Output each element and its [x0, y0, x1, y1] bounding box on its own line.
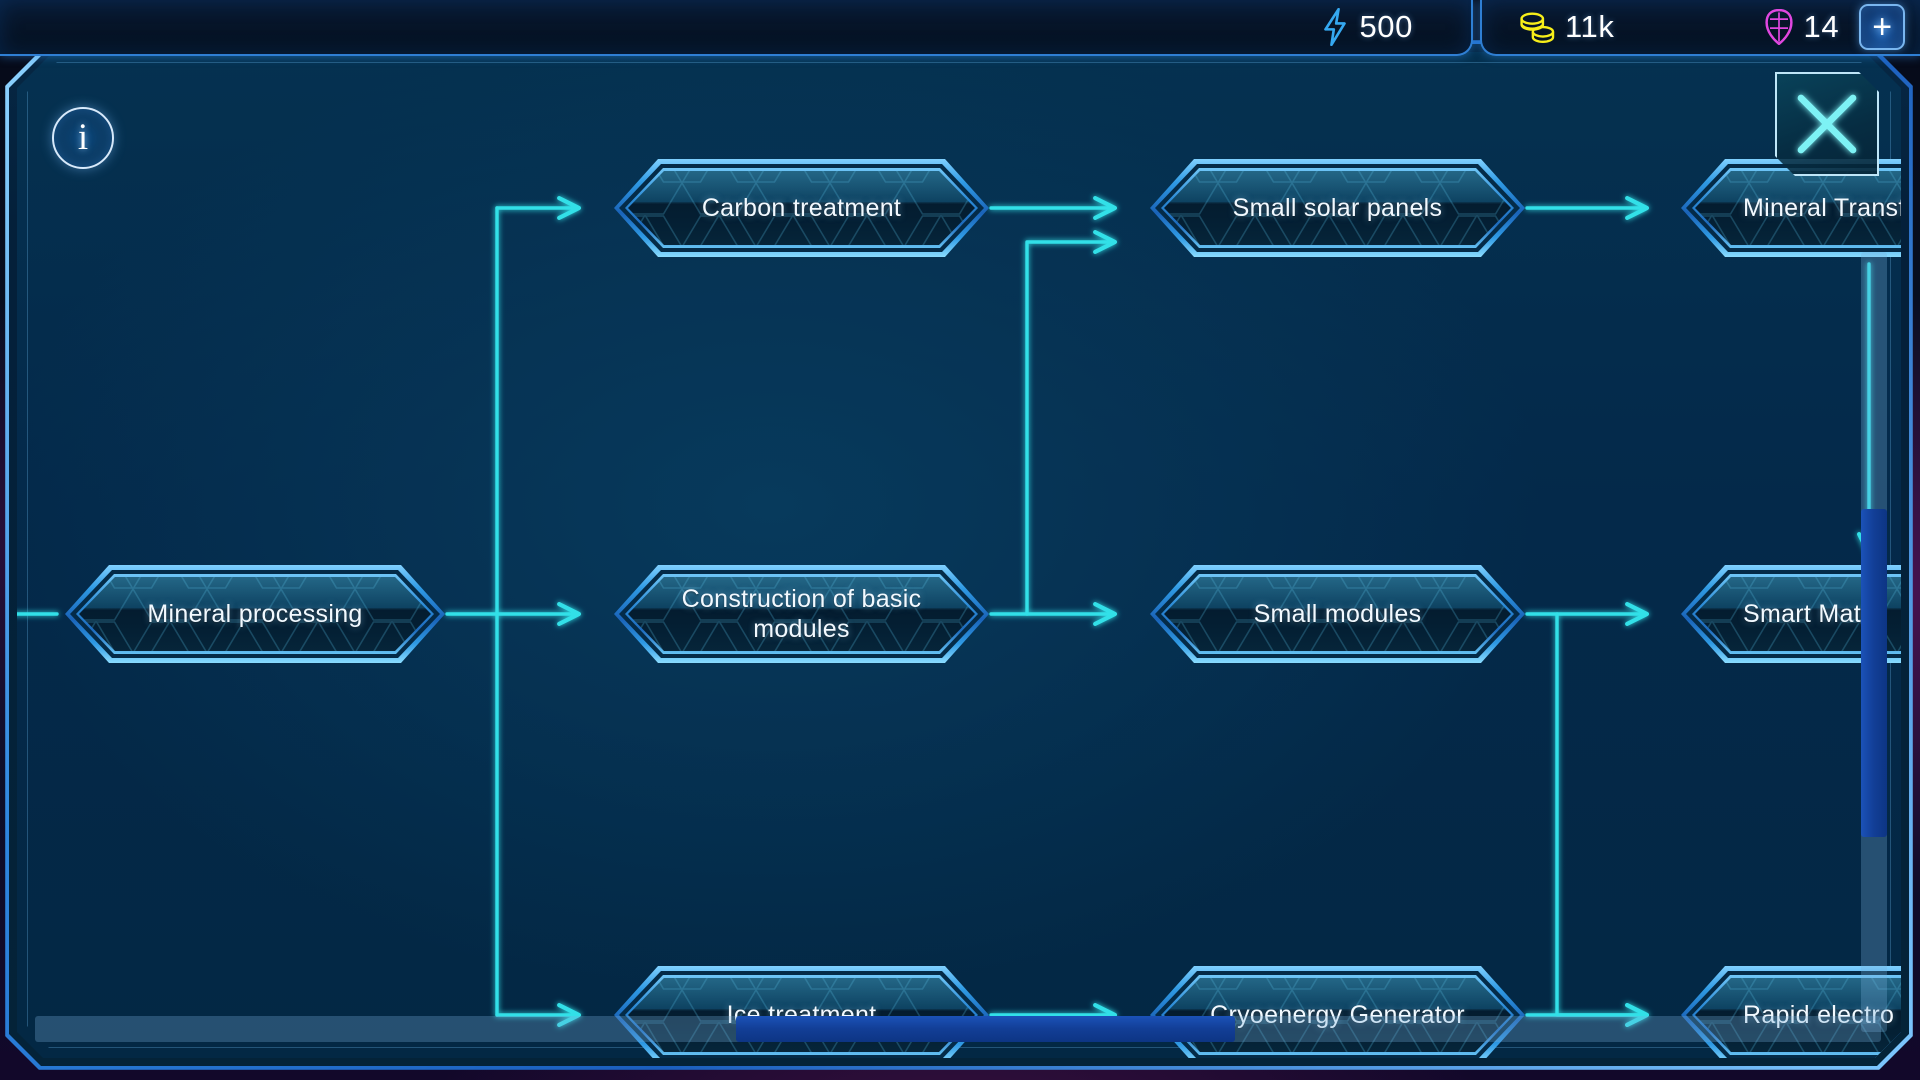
tech-tree-viewport[interactable]: Mineral processing Carbon treatment Constr…: [17, 52, 1901, 1058]
tech-node-mineral-processing[interactable]: Mineral processing: [65, 565, 445, 663]
hud-left-panel: 500: [0, 0, 1473, 56]
add-gems-button[interactable]: +: [1859, 4, 1906, 50]
horizontal-scrollbar-thumb[interactable]: [736, 1016, 1234, 1042]
node-label: Construction of basic modules: [681, 584, 922, 643]
node-label: Small solar panels: [1232, 193, 1443, 222]
tech-node-ice-treatment[interactable]: Ice treatment: [614, 966, 989, 1058]
tech-node-small-solar-panels[interactable]: Small solar panels: [1150, 159, 1525, 257]
node-face: Construction of basic modules: [628, 577, 975, 651]
hud-right-panel: 11k 14 +: [1480, 0, 1920, 56]
node-face: Small solar panels: [1164, 171, 1511, 245]
gems-counter[interactable]: 14: [1764, 9, 1839, 45]
tech-node-small-modules[interactable]: Small modules: [1150, 565, 1525, 663]
vertical-scrollbar-track[interactable]: [1861, 252, 1887, 1032]
node-face: Mineral processing: [79, 577, 431, 651]
game-screen: 500 11k 14 + Mineral processing Carbon t…: [0, 0, 1920, 1080]
top-hud-bar: 500 11k 14 +: [0, 0, 1920, 56]
vertical-scrollbar-thumb[interactable]: [1861, 509, 1887, 837]
coin-stack-icon: [1518, 10, 1556, 44]
node-label: Mineral Transfor: [1743, 193, 1899, 222]
info-button[interactable]: i: [52, 107, 114, 169]
energy-counter[interactable]: 500: [1320, 8, 1413, 46]
gem-icon: [1764, 9, 1794, 45]
coins-value: 11k: [1565, 9, 1615, 44]
node-label: Carbon treatment: [701, 193, 902, 222]
tech-node-cryoenergy-generator[interactable]: Cryoenergy Generator: [1150, 966, 1525, 1058]
add-gems-label: +: [1872, 8, 1893, 46]
info-button-label: i: [77, 117, 89, 158]
node-face: Mineral Transfor: [1695, 171, 1901, 245]
tech-node-construction-basic-modules[interactable]: Construction of basic modules: [614, 565, 989, 663]
tech-node-carbon-treatment[interactable]: Carbon treatment: [614, 159, 989, 257]
node-face: Carbon treatment: [628, 171, 975, 245]
energy-value: 500: [1359, 9, 1413, 44]
horizontal-scrollbar-track[interactable]: [35, 1016, 1881, 1042]
tech-tree-modal: Mineral processing Carbon treatment Constr…: [5, 40, 1913, 1070]
node-label: Small modules: [1253, 599, 1422, 628]
close-icon: [1775, 72, 1879, 176]
node-face: Small modules: [1164, 577, 1511, 651]
close-button[interactable]: [1775, 72, 1879, 176]
coins-counter[interactable]: 11k: [1518, 9, 1614, 45]
tech-tree-canvas: Mineral processing Carbon treatment Constr…: [17, 52, 1901, 1058]
node-label: Mineral processing: [147, 599, 363, 628]
gems-value: 14: [1803, 9, 1840, 44]
lightning-bolt-icon: [1320, 8, 1350, 46]
